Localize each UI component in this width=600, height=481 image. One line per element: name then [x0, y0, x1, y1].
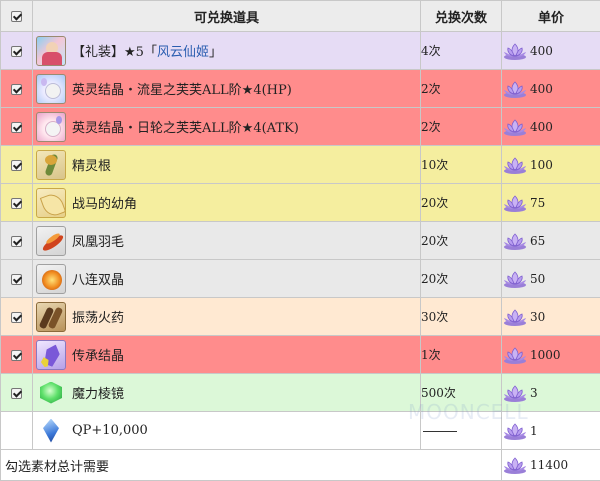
table-row: 英灵结晶・流星之芙芙ALL阶★4(HP) 2次 400: [1, 70, 600, 108]
table-row: 振荡火药 30次 30: [1, 298, 600, 336]
row-checkbox[interactable]: [11, 350, 22, 361]
select-all-header[interactable]: [1, 1, 33, 32]
item-link[interactable]: 风云仙姬: [157, 45, 209, 60]
lotus-currency-icon: [502, 455, 530, 475]
table-row: 战马的幼角 20次 75: [1, 184, 600, 222]
unit-price: 65: [530, 234, 545, 248]
table-row: 魔力棱镜 500次 3: [1, 374, 600, 412]
exchange-count: 20次: [421, 184, 502, 222]
unit-price: 1: [530, 424, 538, 438]
lotus-currency-icon: [502, 345, 530, 365]
fou-atk-icon: [36, 112, 66, 142]
table-row: QP+10,000 1: [1, 412, 600, 450]
table-row: 英灵结晶・日轮之芙芙ALL阶★4(ATK) 2次 400: [1, 108, 600, 146]
exchange-count: 500次: [421, 374, 502, 412]
exchange-count: 2次: [421, 70, 502, 108]
warhorse-horn-icon: [36, 188, 66, 218]
item-name: 八连双晶: [72, 269, 124, 288]
unit-price: 3: [530, 386, 538, 400]
item-name: 英灵结晶・日轮之芙芙ALL阶★4(ATK): [72, 117, 299, 136]
phoenix-feather-icon: [36, 226, 66, 256]
table-row: 【礼装】★5「风云仙姬」 4次 400: [1, 32, 600, 70]
total-row: 勾选素材总计需要 11400: [1, 450, 600, 481]
item-name: 【礼装】★5「风云仙姬」: [72, 41, 222, 60]
exchange-count: 30次: [421, 298, 502, 336]
unit-price: 75: [530, 196, 545, 210]
lotus-currency-icon: [502, 41, 530, 61]
row-checkbox[interactable]: [11, 274, 22, 285]
exchange-count: 10次: [421, 146, 502, 184]
select-all-checkbox[interactable]: [11, 11, 22, 22]
lotus-currency-icon: [502, 193, 530, 213]
lotus-currency-icon: [502, 117, 530, 137]
fou-hp-icon: [36, 74, 66, 104]
unit-price: 400: [530, 120, 553, 134]
spirit-root-icon: [36, 150, 66, 180]
lotus-currency-icon: [502, 383, 530, 403]
exchange-count: 20次: [421, 222, 502, 260]
table-row: 凤凰羽毛 20次 65: [1, 222, 600, 260]
row-checkbox[interactable]: [11, 198, 22, 209]
octuplet-crystal-icon: [36, 264, 66, 294]
item-name: 传承结晶: [72, 345, 124, 364]
total-label: 勾选素材总计需要: [1, 460, 109, 475]
table-row: 精灵根 10次 100: [1, 146, 600, 184]
table-header-row: 可兑换道具 兑换次数 单价: [1, 1, 600, 32]
price-column-header[interactable]: 单价: [502, 1, 600, 32]
lotus-currency-icon: [502, 269, 530, 289]
row-checkbox[interactable]: [11, 312, 22, 323]
exchange-table: 可兑换道具 兑换次数 单价 【礼装】★5「风云仙姬」 4次 400: [0, 0, 600, 481]
row-checkbox[interactable]: [11, 388, 22, 399]
unit-price: 50: [530, 272, 545, 286]
row-checkbox-empty: [1, 412, 33, 450]
exchange-count: 4次: [421, 32, 502, 70]
unit-price: 400: [530, 44, 553, 58]
lotus-currency-icon: [502, 421, 530, 441]
item-name: 精灵根: [72, 155, 111, 174]
unit-price: 30: [530, 310, 545, 324]
row-checkbox[interactable]: [11, 46, 22, 57]
exchange-count: 2次: [421, 108, 502, 146]
table-row: 传承结晶 1次 1000: [1, 336, 600, 374]
table-row: 八连双晶 20次 50: [1, 260, 600, 298]
dash-line: [423, 431, 457, 432]
row-checkbox[interactable]: [11, 236, 22, 247]
row-checkbox[interactable]: [11, 122, 22, 133]
row-checkbox[interactable]: [11, 160, 22, 171]
exchange-count: 1次: [421, 336, 502, 374]
qp-crystal-icon: [36, 416, 66, 446]
item-name: 振荡火药: [72, 307, 124, 326]
item-name: 凤凰羽毛: [72, 231, 124, 250]
exchange-count-unlimited: [421, 412, 502, 450]
exchange-count: 20次: [421, 260, 502, 298]
unit-price: 400: [530, 82, 553, 96]
craft-essence-fengyun-icon: [36, 36, 66, 66]
item-column-header[interactable]: 可兑换道具: [33, 1, 421, 32]
unit-price: 100: [530, 158, 553, 172]
lotus-currency-icon: [502, 307, 530, 327]
item-name: 战马的幼角: [72, 193, 137, 212]
gunpowder-icon: [36, 302, 66, 332]
inheritance-crystal-icon: [36, 340, 66, 370]
lotus-currency-icon: [502, 79, 530, 99]
count-column-header[interactable]: 兑换次数: [421, 1, 502, 32]
mana-prism-icon: [36, 378, 66, 408]
item-name: QP+10,000: [72, 423, 148, 438]
row-checkbox[interactable]: [11, 84, 22, 95]
lotus-currency-icon: [502, 231, 530, 251]
unit-price: 1000: [530, 348, 561, 362]
item-name: 英灵结晶・流星之芙芙ALL阶★4(HP): [72, 79, 292, 98]
item-name: 魔力棱镜: [72, 383, 124, 402]
lotus-currency-icon: [502, 155, 530, 175]
